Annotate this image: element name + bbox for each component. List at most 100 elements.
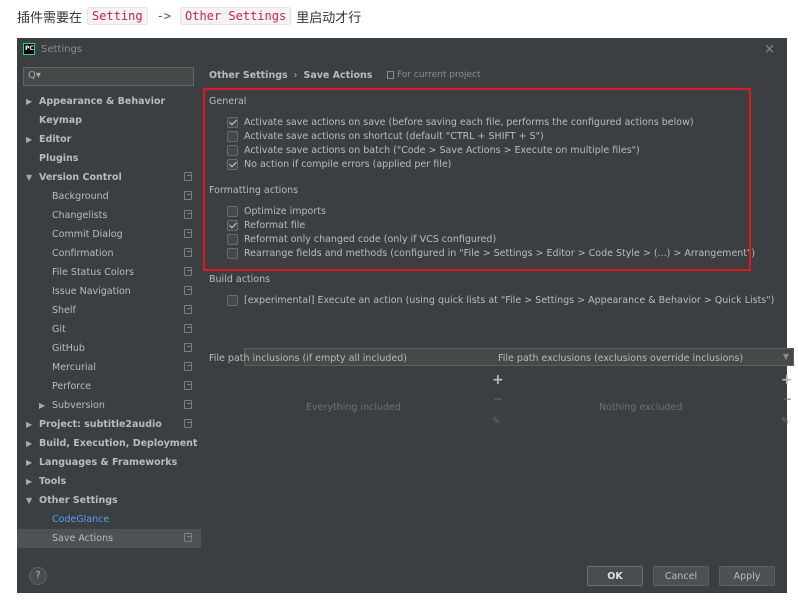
exclusions-empty-text: Nothing excluded xyxy=(599,402,683,413)
sidebar-item-label: Languages & Frameworks xyxy=(39,457,178,468)
cancel-button[interactable]: Cancel xyxy=(653,566,709,586)
add-inclusion-icon[interactable]: + xyxy=(492,372,504,388)
sidebar-item-appearance[interactable]: ▶ Appearance & Behavior xyxy=(17,92,201,111)
sidebar-item-issue-navigation[interactable]: Issue Navigation xyxy=(17,282,201,301)
sidebar-item-version-control[interactable]: ▼ Version Control xyxy=(17,168,201,187)
scope-label: For current project xyxy=(387,70,481,80)
sidebar-item-subversion[interactable]: ▶ Subversion xyxy=(17,396,201,415)
caption-prefix: 插件需要在 xyxy=(17,10,83,26)
chevron-right-icon: ▶ xyxy=(26,458,33,467)
build-section-title: Build actions xyxy=(209,274,271,285)
project-scope-icon xyxy=(184,191,192,200)
add-exclusion-icon[interactable]: + xyxy=(781,372,793,388)
sidebar-item-label: Project: subtitle2audio xyxy=(39,419,162,430)
sidebar-item-label: Plugins xyxy=(39,153,79,164)
sidebar-item-file-status-colors[interactable]: File Status Colors xyxy=(17,263,201,282)
sidebar-item-changelists[interactable]: Changelists xyxy=(17,206,201,225)
sidebar-item-label: Changelists xyxy=(52,210,108,221)
sidebar-item-label: File Status Colors xyxy=(52,267,134,278)
chevron-down-icon: ▼ xyxy=(26,173,33,182)
sidebar-item-project[interactable]: ▶ Project: subtitle2audio xyxy=(17,415,201,434)
sidebar-item-editor[interactable]: ▶ Editor xyxy=(17,130,201,149)
remove-inclusion-icon[interactable]: − xyxy=(493,392,503,406)
breadcrumb-parent[interactable]: Other Settings xyxy=(209,70,288,81)
project-scope-icon xyxy=(184,210,192,219)
sidebar-item-keymap[interactable]: Keymap xyxy=(17,111,201,130)
sidebar-item-label: Subversion xyxy=(52,400,105,411)
caption-suffix: 里启动才行 xyxy=(296,10,362,26)
chevron-down-icon: ▼ xyxy=(782,352,789,361)
chevron-right-icon: ▶ xyxy=(26,135,33,144)
sidebar-item-label: Issue Navigation xyxy=(52,286,131,297)
sidebar-item-label: Keymap xyxy=(39,115,82,126)
breadcrumb: Other Settings › Save Actions xyxy=(209,68,372,82)
project-scope-icon xyxy=(184,324,192,333)
scope-text: For current project xyxy=(397,70,481,80)
sidebar-item-codeglance[interactable]: CodeGlance xyxy=(17,510,201,529)
sidebar-item-label: Other Settings xyxy=(39,495,118,506)
sidebar-item-label: Background xyxy=(52,191,109,202)
project-scope-icon xyxy=(184,362,192,371)
project-scope-icon xyxy=(184,248,192,257)
search-input[interactable]: Q▾ xyxy=(23,67,194,86)
sidebar-item-label: Appearance & Behavior xyxy=(39,96,166,107)
sidebar-item-mercurial[interactable]: Mercurial xyxy=(17,358,201,377)
sidebar-item-commit-dialog[interactable]: Commit Dialog xyxy=(17,225,201,244)
sidebar-item-label: Version Control xyxy=(39,172,122,183)
project-scope-icon xyxy=(184,400,192,409)
sidebar-item-label: Perforce xyxy=(52,381,92,392)
chevron-right-icon: ▶ xyxy=(26,97,33,106)
chevron-right-icon: ▶ xyxy=(26,420,33,429)
close-icon[interactable]: × xyxy=(764,42,775,57)
sidebar-item-label: Save Actions xyxy=(52,533,114,544)
exclusions-title: File path exclusions (exclusions overrid… xyxy=(498,353,744,364)
ok-button[interactable]: OK xyxy=(587,566,643,586)
title-bar: PC Settings × xyxy=(17,38,787,62)
sidebar-item-label: Git xyxy=(52,324,66,335)
project-scope-icon xyxy=(184,305,192,314)
sidebar-item-github[interactable]: GitHub xyxy=(17,339,201,358)
sidebar-item-languages[interactable]: ▶ Languages & Frameworks xyxy=(17,453,201,472)
sidebar-item-label: Shelf xyxy=(52,305,76,316)
chevron-right-icon: ▶ xyxy=(39,401,46,410)
breadcrumb-current: Save Actions xyxy=(303,69,373,81)
sidebar-item-shelf[interactable]: Shelf xyxy=(17,301,201,320)
sidebar-item-label: Build, Execution, Deployment xyxy=(39,438,198,449)
option-label: [experimental] Execute an action (using … xyxy=(244,294,775,306)
remove-exclusion-icon[interactable]: − xyxy=(782,392,792,406)
search-icon: Q▾ xyxy=(28,70,41,81)
sidebar-item-git[interactable]: Git xyxy=(17,320,201,339)
settings-sidebar: Q▾ ▶ Appearance & Behavior Keymap ▶ Edit… xyxy=(17,62,201,552)
annotation-highlight-box xyxy=(203,88,751,271)
sidebar-item-save-actions[interactable]: Save Actions xyxy=(17,529,201,548)
project-scope-icon xyxy=(184,172,192,181)
checkbox[interactable] xyxy=(227,294,238,306)
sidebar-item-perforce[interactable]: Perforce xyxy=(17,377,201,396)
inclusions-title: File path inclusions (if empty all inclu… xyxy=(209,353,407,364)
sidebar-item-label: GitHub xyxy=(52,343,85,354)
sidebar-item-build[interactable]: ▶ Build, Execution, Deployment xyxy=(17,434,201,453)
sidebar-item-label: Editor xyxy=(39,134,72,145)
chevron-down-icon: ▼ xyxy=(26,496,33,505)
option-execute-action[interactable]: [experimental] Execute an action (using … xyxy=(227,293,774,307)
sidebar-item-tools[interactable]: ▶ Tools xyxy=(17,472,201,491)
project-scope-icon xyxy=(387,71,394,79)
breadcrumb-separator: › xyxy=(293,69,298,81)
sidebar-item-plugins[interactable]: Plugins xyxy=(17,149,201,168)
caption: 插件需要在 Setting -> Other Settings 里启动才行 xyxy=(17,5,361,27)
sidebar-item-other-settings[interactable]: ▼ Other Settings xyxy=(17,491,201,510)
project-scope-icon xyxy=(184,343,192,352)
apply-button[interactable]: Apply xyxy=(719,566,775,586)
project-scope-icon xyxy=(184,419,192,428)
project-scope-icon xyxy=(184,286,192,295)
sidebar-item-label: Mercurial xyxy=(52,362,96,373)
project-scope-icon xyxy=(184,381,192,390)
sidebar-item-background[interactable]: Background xyxy=(17,187,201,206)
inclusions-empty-text: Everything included xyxy=(306,402,401,413)
edit-exclusion-icon[interactable]: ✎ xyxy=(781,416,789,427)
help-button[interactable]: ? xyxy=(29,567,47,585)
sidebar-item-label: CodeGlance xyxy=(52,514,110,525)
sidebar-item-confirmation[interactable]: Confirmation xyxy=(17,244,201,263)
edit-inclusion-icon[interactable]: ✎ xyxy=(492,416,500,427)
project-scope-icon xyxy=(184,229,192,238)
